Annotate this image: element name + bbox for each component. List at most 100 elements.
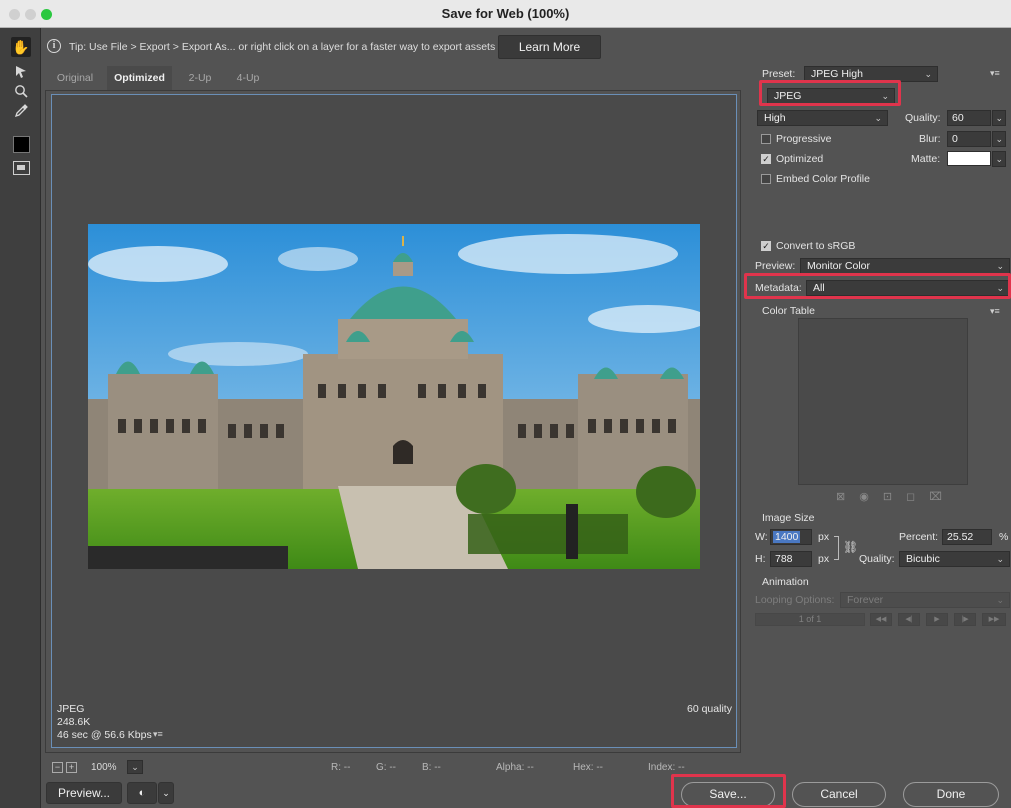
chevron-down-icon: ⌄ [996,261,1004,271]
height-input[interactable]: 788 [770,551,812,567]
tip-text: Tip: Use File > Export > Export As... or… [69,41,496,53]
first-frame-icon[interactable]: ◀◀ [870,613,892,626]
optimized-checkbox[interactable]: ✓ [761,154,771,164]
toggle-slices-icon[interactable] [13,161,30,175]
percent-input[interactable]: 25.52 [942,529,992,545]
tip-bar: i Tip: Use File > Export > Export As... … [41,28,1011,64]
progressive-checkbox[interactable] [761,134,771,144]
matte-label: Matte: [911,153,941,165]
convert-srgb-label: Convert to sRGB [776,240,856,252]
preview-select[interactable]: Monitor Color ⌄ [800,258,1010,274]
download-time-info: 46 sec @ 56.6 Kbps [57,729,152,741]
resample-quality-select[interactable]: Bicubic ⌄ [899,551,1010,567]
alpha-readout: Alpha: -- [496,762,534,773]
index-readout: Index: -- [648,762,685,773]
tab-original[interactable]: Original [49,66,101,90]
last-frame-icon[interactable]: ▶▶ [982,613,1006,626]
resample-quality-value: Bicubic [906,553,940,565]
percent-label: Percent: [899,531,939,543]
red-readout: R: -- [331,762,351,773]
height-unit: px [818,553,830,565]
browser-preview-icon[interactable]: ◐ [127,782,157,804]
browser-dropdown[interactable]: ⌄ [158,782,174,804]
new-color-icon[interactable]: ◻ [906,491,929,503]
eyedropper-icon[interactable] [11,101,31,121]
chevron-down-icon: ⌄ [996,554,1004,564]
progressive-label: Progressive [776,133,832,145]
width-input[interactable]: 1400 [770,529,812,545]
chevron-down-icon: ⌄ [996,595,1004,605]
chevron-down-icon: ⌄ [924,69,932,79]
tab-2-up[interactable]: 2-Up [180,66,220,90]
metadata-highlight-box [744,273,1011,299]
next-frame-icon[interactable]: |▶ [954,613,976,626]
width-value: 1400 [773,531,801,543]
blur-input[interactable]: 0 [947,131,991,147]
green-readout: G: -- [376,762,396,773]
previous-frame-icon[interactable]: ◀| [898,613,920,626]
width-unit: px [818,531,830,543]
zoom-icon[interactable] [11,81,31,101]
format-info: JPEG [57,703,85,715]
width-label: W: [755,531,768,543]
download-speed-menu-icon[interactable]: ▾≡ [153,729,163,740]
embed-color-profile-checkbox[interactable] [761,174,771,184]
preview-image[interactable] [88,224,700,569]
chevron-down-icon: ⌄ [874,113,882,123]
view-tabs: Original Optimized 2-Up 4-Up [45,66,741,90]
toolbox: ✋ [0,28,41,808]
info-icon: i [47,39,61,53]
link-icon[interactable]: ⛓ [843,540,858,554]
quality-label: Quality: [905,112,941,124]
done-button[interactable]: Done [903,782,999,807]
looping-label: Looping Options: [755,594,835,606]
compression-quality-value: High [764,112,786,124]
matte-dropdown[interactable]: ⌄ [992,151,1006,167]
quality-info: 60 quality [687,703,732,715]
hand-icon[interactable]: ✋ [11,37,31,57]
optimized-label: Optimized [776,153,824,165]
color-table[interactable] [798,318,968,485]
color-table-menu-icon[interactable]: ▾≡ [990,306,1000,317]
zoom-in-icon[interactable]: + [66,762,77,773]
slice-select-icon[interactable] [11,62,31,82]
blue-readout: B: -- [422,762,441,773]
lock-color-icon[interactable]: ⊡ [883,491,906,503]
learn-more-button[interactable]: Learn More [498,35,601,59]
optimize-menu-icon[interactable]: ▾≡ [990,68,1000,79]
map-transparency-icon[interactable]: ⊠ [836,491,859,503]
zoom-dropdown[interactable]: ⌄ [127,760,143,774]
tab-optimized[interactable]: Optimized [107,66,172,90]
quality-input[interactable]: 60 [947,110,991,126]
tab-4-up[interactable]: 4-Up [228,66,268,90]
chevron-down-icon: ⌄ [995,154,1003,164]
color-table-label: Color Table [762,305,815,317]
blur-dropdown[interactable]: ⌄ [992,131,1006,147]
trash-icon[interactable]: ⌧ [929,491,956,503]
file-size-info: 248.6K [57,716,91,728]
looping-select[interactable]: Forever ⌄ [840,592,1010,608]
matte-color-swatch[interactable] [947,151,991,166]
zoom-level: 100% [91,762,117,773]
window-title: Save for Web (100%) [441,6,570,21]
preset-value: JPEG High [811,68,863,80]
convert-srgb-checkbox[interactable]: ✓ [761,241,771,251]
zoom-out-icon[interactable]: − [52,762,63,773]
cancel-button[interactable]: Cancel [792,782,886,807]
preset-label: Preset: [762,68,796,80]
preview-value: Monitor Color [807,260,871,272]
eyedropper-color-swatch[interactable] [13,136,30,153]
preview-label: Preview: [755,260,796,272]
compression-quality-select[interactable]: High ⌄ [757,110,888,126]
percent-unit: % [999,531,1009,543]
frame-counter: 1 of 1 [755,613,865,626]
hex-readout: Hex: -- [573,762,603,773]
color-table-actions: ⊠◉⊡◻⌧ [836,490,956,503]
quality-dropdown[interactable]: ⌄ [992,110,1006,126]
chevron-down-icon: ⌄ [995,113,1003,123]
looping-value: Forever [847,594,884,606]
web-shift-icon[interactable]: ◉ [859,491,883,503]
play-icon[interactable]: ▶ [926,613,948,626]
preview-button[interactable]: Preview... [46,782,122,804]
image-size-heading: Image Size [762,512,815,524]
